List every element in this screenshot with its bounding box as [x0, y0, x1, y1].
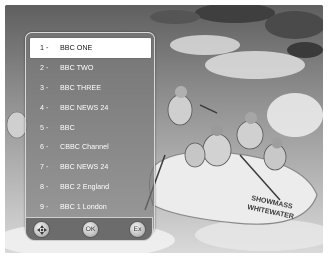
channel-row[interactable]: 4 - BBC NEWS 24 — [30, 97, 151, 117]
channel-list-footer: OK Ex — [25, 217, 153, 241]
channel-name: BBC — [60, 122, 75, 132]
channel-number: 2 - — [40, 63, 49, 73]
channel-row[interactable]: 9 - BBC 1 London — [30, 196, 151, 216]
channel-name: BBC ONE — [60, 43, 93, 53]
channel-row[interactable]: 1 - BBC ONE — [30, 38, 151, 58]
channel-row[interactable]: 2 - BBC TWO — [30, 58, 151, 78]
four-way-arrow-icon — [36, 224, 47, 235]
channel-name: BBC NEWS 24 — [60, 162, 109, 172]
channel-name: BBC TWO — [60, 63, 94, 73]
channel-name: CBBC Channel — [60, 142, 109, 152]
navigate-button[interactable] — [33, 221, 50, 238]
channel-number: 7 - — [40, 162, 49, 172]
channel-number: 8 - — [40, 181, 49, 191]
channel-number: 6 - — [40, 142, 49, 152]
exit-button[interactable]: Ex — [129, 221, 146, 238]
channel-number: 3 - — [40, 82, 49, 92]
channel-name: BBC 1 London — [60, 201, 107, 211]
channel-name: BBC THREE — [60, 82, 102, 92]
channel-name: BBC 2 England — [60, 181, 110, 191]
channel-list-panel: 1 - BBC ONE 2 - BBC TWO 3 - BBC THREE 4 - BBC N… — [25, 32, 155, 234]
ok-button[interactable]: OK — [82, 221, 99, 238]
channel-number: 1 - — [40, 43, 49, 53]
channel-row[interactable]: 8 - BBC 2 England — [30, 177, 151, 197]
channel-row[interactable]: 5 - BBC — [30, 117, 151, 137]
channel-list: 1 - BBC ONE 2 - BBC TWO 3 - BBC THREE 4 - BBC N… — [30, 38, 151, 216]
channel-name: BBC NEWS 24 — [60, 102, 109, 112]
channel-row[interactable]: 7 - BBC NEWS 24 — [30, 157, 151, 177]
channel-number: 9 - — [40, 201, 49, 211]
channel-row[interactable]: 6 - CBBC Channel — [30, 137, 151, 157]
tv-screen: SHOWMASS WHITEWATER 1 - BBC ONE 2 - BBC TWO… — [5, 5, 323, 253]
channel-row[interactable]: 3 - BBC THREE — [30, 78, 151, 98]
channel-number: 4 - — [40, 102, 49, 112]
channel-number: 5 - — [40, 122, 49, 132]
